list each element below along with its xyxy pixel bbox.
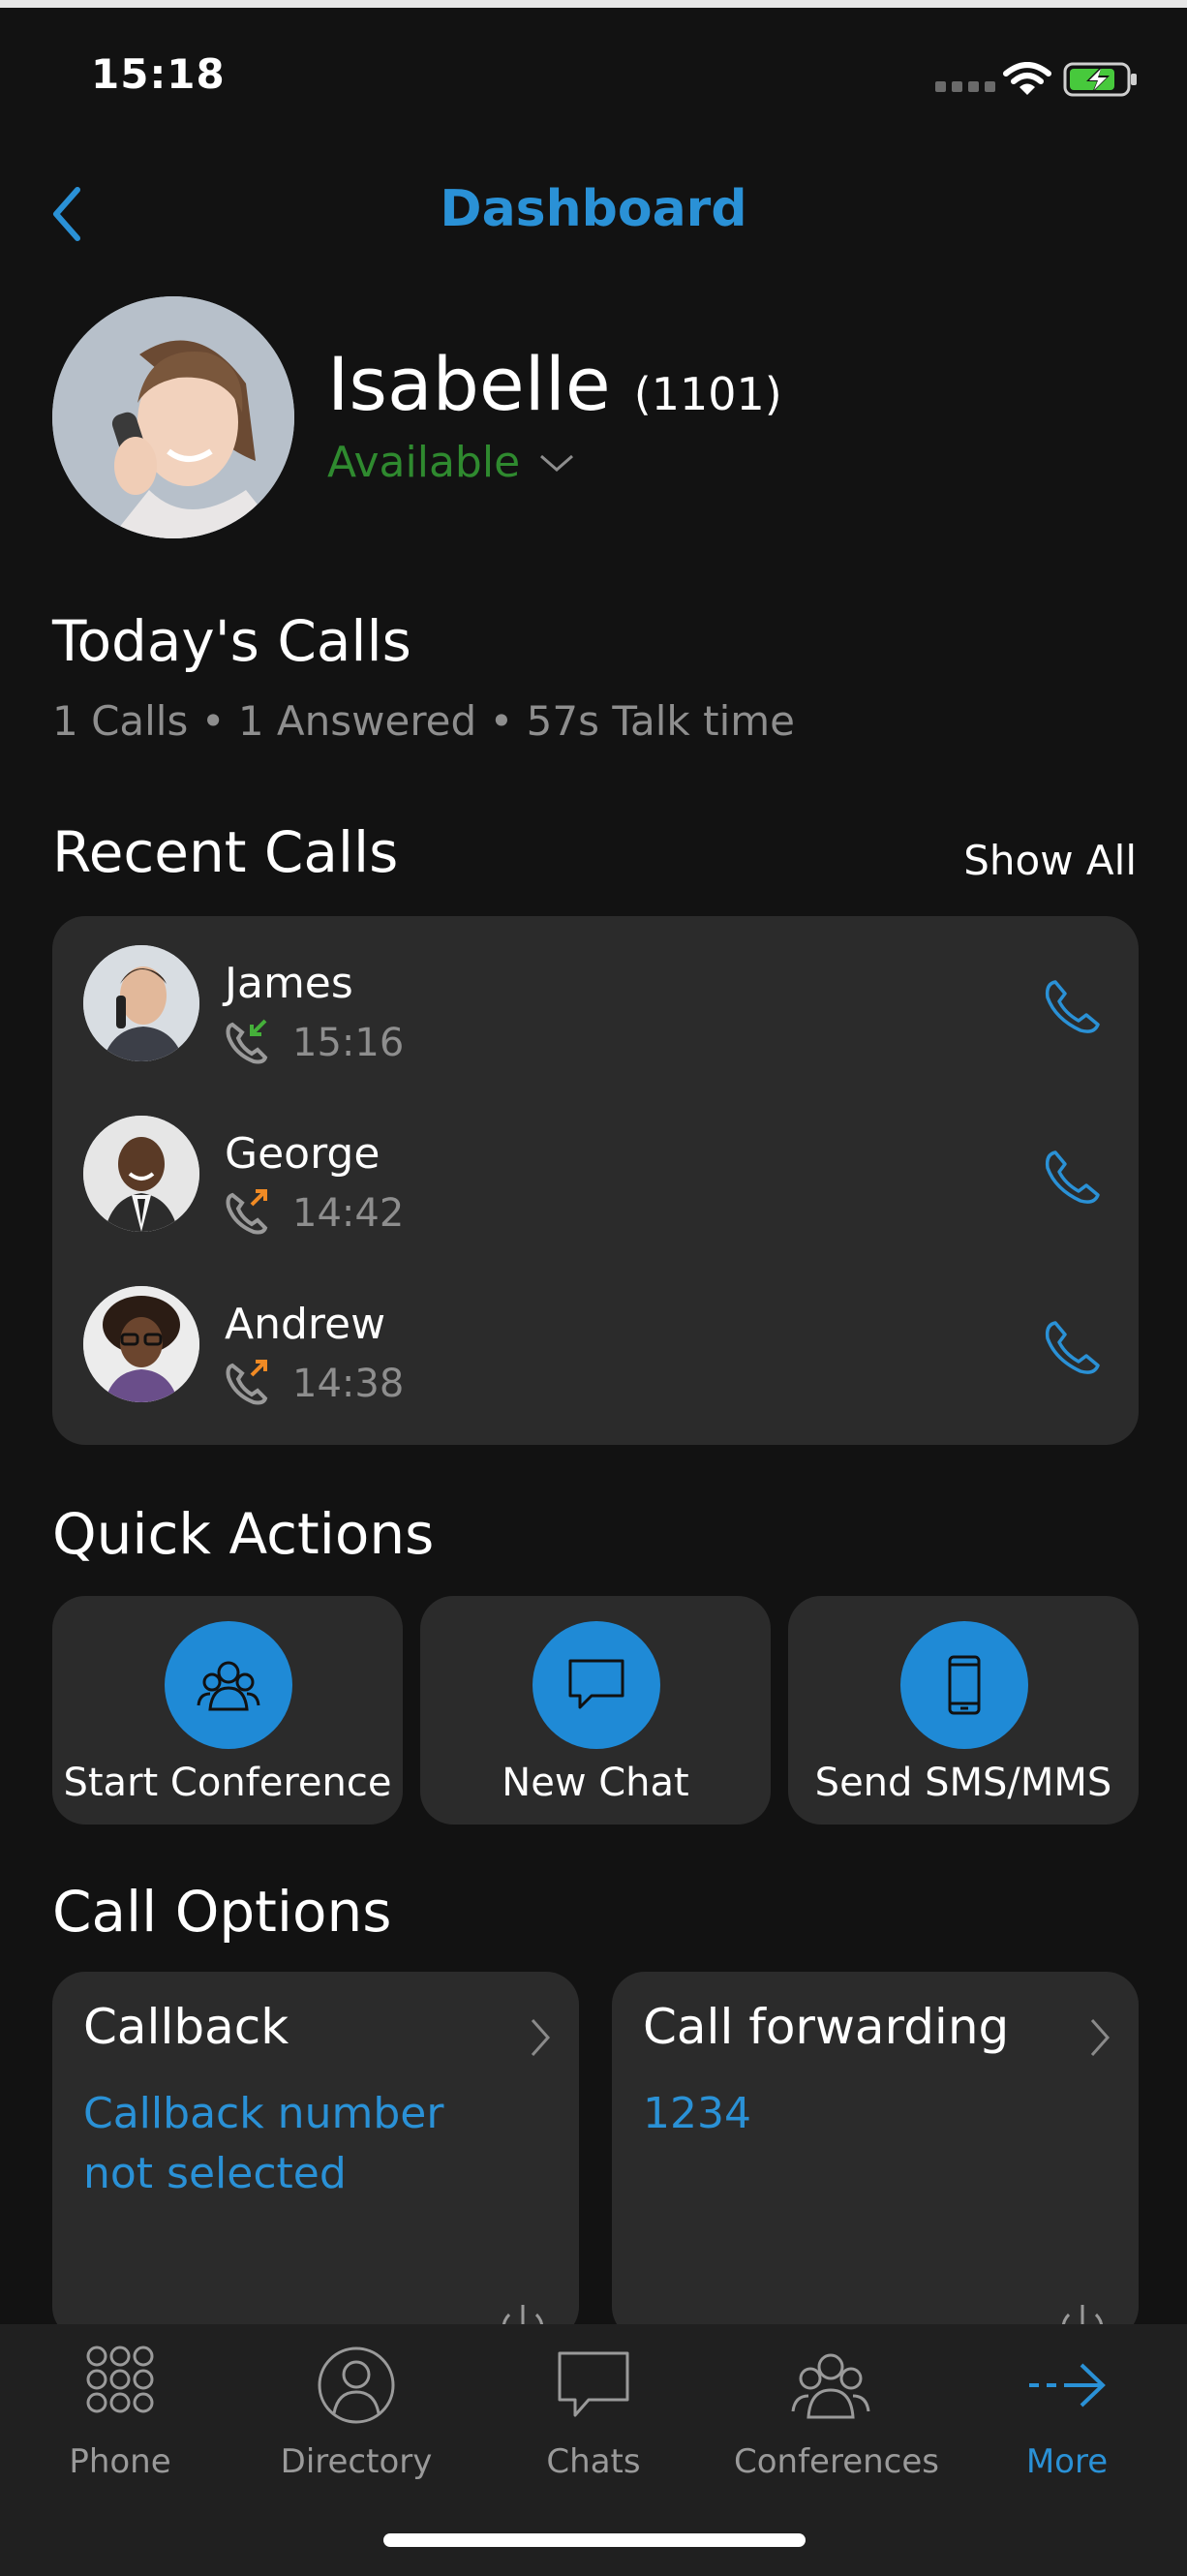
call-options-heading: Call Options [52, 1879, 392, 1945]
callback-value-line2: not selected [83, 2149, 347, 2198]
chevron-down-icon [540, 454, 574, 472]
signal-icon [935, 81, 995, 92]
new-chat-label: New Chat [502, 1761, 689, 1805]
contact-avatar [83, 1116, 199, 1232]
tab-directory[interactable]: Directory [259, 2342, 453, 2481]
recent-calls-heading: Recent Calls [52, 819, 399, 885]
profile-avatar[interactable] [52, 296, 294, 538]
quick-actions-heading: Quick Actions [52, 1501, 435, 1567]
call-phone-icon[interactable] [1042, 1317, 1104, 1379]
arrow-right-icon [1029, 2363, 1106, 2407]
tab-more-label: More [1025, 2442, 1109, 2481]
callback-value-line1: Callback number [83, 2089, 444, 2138]
top-edge [0, 0, 1187, 8]
send-sms-mms-label: Send SMS/MMS [814, 1761, 1112, 1805]
send-sms-mms-button[interactable]: Send SMS/MMS [788, 1596, 1139, 1825]
profile-name-text: Isabelle [327, 341, 611, 427]
sms-icon-circle [900, 1621, 1028, 1749]
recent-call-row[interactable]: Andrew 14:38 [52, 1257, 1139, 1427]
call-time: 15:16 [292, 1021, 405, 1065]
chevron-right-icon [531, 2019, 551, 2056]
tab-more[interactable]: More [970, 2342, 1164, 2481]
tab-directory-label: Directory [280, 2442, 433, 2481]
new-chat-button[interactable]: New Chat [420, 1596, 771, 1825]
tab-phone-label: Phone [69, 2442, 171, 2481]
keypad-icon [86, 2346, 154, 2413]
tab-conferences[interactable]: Conferences [734, 2342, 940, 2481]
contact-name: James [225, 959, 353, 1008]
wifi-icon [1003, 62, 1051, 95]
incoming-call-icon [226, 1019, 268, 1064]
chat-icon [558, 2351, 629, 2417]
conference-icon-circle [165, 1621, 292, 1749]
callback-value: Callback number not selected [83, 2084, 443, 2204]
battery-charging-icon [1063, 62, 1137, 97]
person-icon [318, 2346, 395, 2424]
contact-avatar [83, 945, 199, 1061]
tab-chats[interactable]: Chats [497, 2342, 690, 2481]
show-all-link[interactable]: Show All [963, 837, 1137, 884]
tab-conferences-label: Conferences [734, 2442, 940, 2481]
recent-call-row[interactable]: George 14:42 [52, 1087, 1139, 1257]
recent-call-row[interactable]: James 15:16 [52, 916, 1139, 1087]
contact-avatar [83, 1286, 199, 1402]
outgoing-call-icon [226, 1189, 268, 1235]
todays-calls-summary: 1 Calls • 1 Answered • 57s Talk time [52, 697, 795, 745]
call-time: 14:42 [292, 1191, 405, 1236]
status-time: 15:18 [91, 50, 226, 98]
callback-option-card[interactable]: Callback Callback number not selected [52, 1972, 579, 2349]
tab-chats-label: Chats [546, 2442, 641, 2481]
recent-calls-card: James 15:16 George 14:42 Andrew 14:38 [52, 916, 1139, 1445]
home-indicator[interactable] [383, 2533, 806, 2547]
presence-status-label: Available [327, 438, 521, 487]
profile-name: Isabelle (1101) [327, 341, 782, 427]
profile-extension: (1101) [633, 368, 782, 420]
call-time: 14:38 [292, 1362, 405, 1406]
todays-calls-heading: Today's Calls [52, 608, 411, 674]
contact-name: George [225, 1129, 380, 1179]
call-forwarding-value: 1234 [643, 2089, 751, 2138]
chevron-right-icon [1090, 2019, 1111, 2056]
page-title: Dashboard [440, 180, 747, 238]
tab-phone[interactable]: Phone [23, 2342, 217, 2481]
conference-icon [197, 1661, 260, 1711]
presence-status-dropdown[interactable]: Available [327, 438, 576, 487]
call-forwarding-option-card[interactable]: Call forwarding 1234 [612, 1972, 1139, 2349]
chat-bubble-icon [568, 1659, 624, 1709]
call-forwarding-title: Call forwarding [643, 1999, 1010, 2055]
outgoing-call-icon [226, 1360, 268, 1405]
callback-title: Callback [83, 1999, 289, 2055]
start-conference-button[interactable]: Start Conference [52, 1596, 403, 1825]
call-phone-icon[interactable] [1042, 976, 1104, 1038]
call-phone-icon[interactable] [1042, 1147, 1104, 1209]
contact-name: Andrew [225, 1300, 386, 1349]
start-conference-label: Start Conference [63, 1761, 392, 1805]
mobile-phone-icon [948, 1655, 981, 1715]
chat-icon-circle [533, 1621, 660, 1749]
conferences-icon [791, 2353, 870, 2419]
